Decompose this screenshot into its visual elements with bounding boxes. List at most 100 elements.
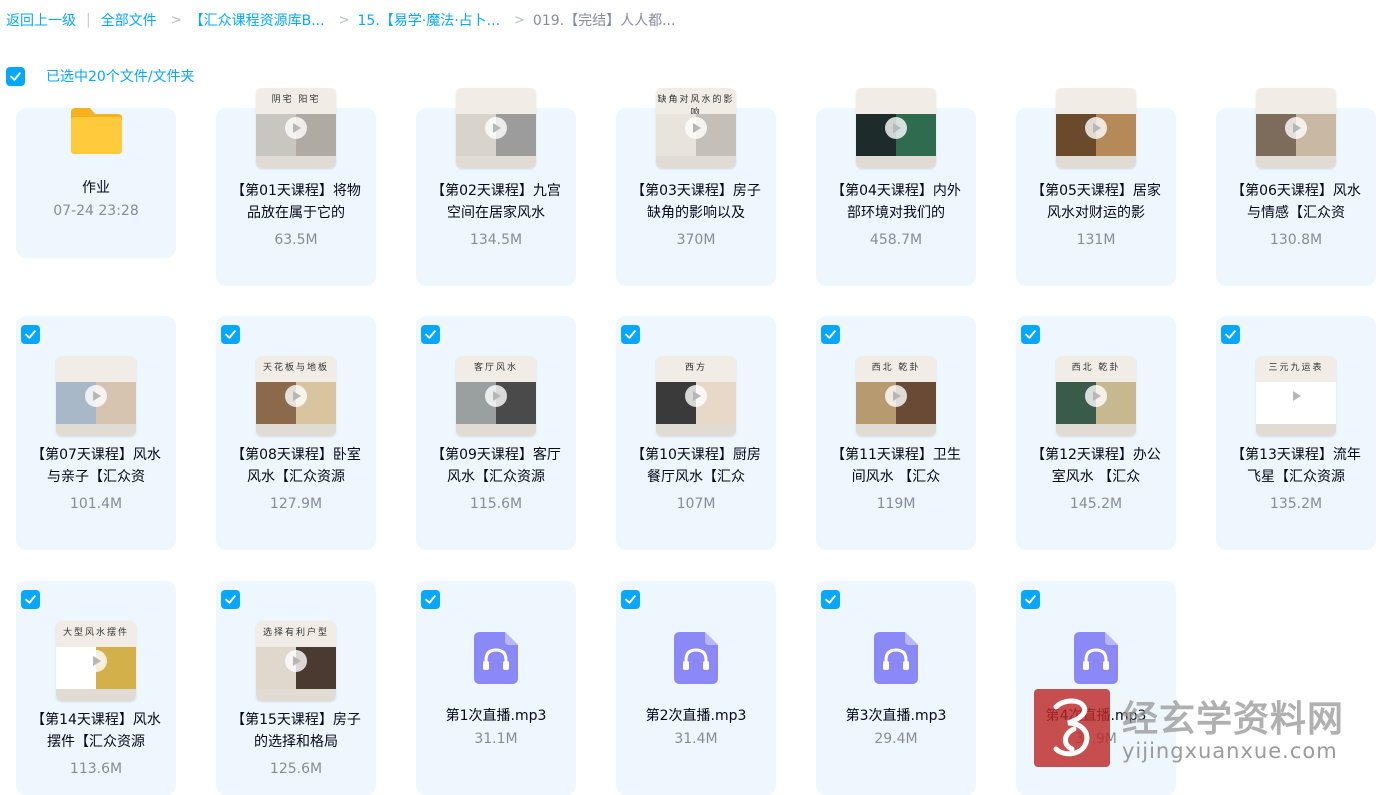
file-name: 【第05天课程】居家风水对财运的影 [1031,183,1161,221]
play-icon [85,385,107,407]
folder-icon [71,108,122,154]
file-size: 107M [676,496,716,512]
file-name: 【第06天课程】风水与情感【汇众资 [1231,183,1361,221]
file-size: 458.7M [869,232,923,248]
file-name: 【第03天课程】房子缺角的影响以及 [631,183,761,221]
play-icon [1285,117,1307,139]
check-icon [625,595,636,604]
file-name: 【第12天课程】办公室风水 【汇众 [1031,447,1161,485]
audio-file-card[interactable]: 第1次直播.mp3 31.1M [416,581,576,795]
file-name: 【第10天课程】厨房餐厅风水【汇众 [631,447,761,485]
file-name: 【第15天课程】房子的选择和格局 [231,712,361,750]
audio-file-card[interactable]: 第3次直播.mp3 29.4M [816,581,976,795]
file-size: 31.1M [474,731,518,747]
file-size: 119M [876,496,916,512]
file-size: 31.4M [674,731,718,747]
play-icon [885,117,907,139]
video-file-card[interactable]: 西方【第10天课程】厨房餐厅风水【汇众 107M [616,316,776,550]
file-size: 113.6M [69,761,123,777]
video-file-card[interactable]: 选择有利户型【第15天课程】房子的选择和格局 125.6M [216,581,376,795]
check-icon [225,595,236,604]
file-checkbox[interactable] [221,325,240,344]
file-checkbox[interactable] [1021,325,1040,344]
video-file-card[interactable]: 西北 乾卦【第11天课程】卫生间风水 【汇众 119M [816,316,976,550]
file-size: 131M [1076,232,1116,248]
play-icon [485,117,507,139]
file-size: 125.6M [269,761,323,777]
play-icon [885,385,907,407]
file-name: 第2次直播.mp3 [645,708,747,724]
thumbnail-title: 选择有利户型 [262,628,329,638]
check-icon [1025,595,1036,604]
video-thumbnail: 选择有利户型 [256,621,336,701]
video-thumbnail: 三元九运表 [1256,356,1336,436]
file-name: 作业 [82,180,110,196]
video-thumbnail: 缺角对风水的影响 [656,88,736,168]
audio-file-card[interactable]: 第2次直播.mp3 31.4M [616,581,776,795]
file-checkbox[interactable] [621,590,640,609]
audio-file-card[interactable]: 第4次直播.mp3 3?.9M [1016,581,1176,795]
thumbnail-title: 西北 乾卦 [1071,363,1121,373]
play-icon [685,385,707,407]
file-size: 127.9M [269,496,323,512]
file-checkbox[interactable] [421,325,440,344]
video-thumbnail: 阴宅 阳宅 [256,88,336,168]
file-name: 【第08天课程】卧室风水【汇众资源 [231,447,361,485]
video-file-card[interactable]: 大型风水摆件 【第14天课程】风水摆件【汇众资源 113.6M [16,581,176,795]
file-checkbox[interactable] [1221,325,1240,344]
file-checkbox[interactable] [821,325,840,344]
video-file-card[interactable]: 【第04天课程】内外部环境对我们的 458.7M [816,88,976,286]
file-checkbox[interactable] [1021,590,1040,609]
file-checkbox[interactable] [821,590,840,609]
folder-card[interactable]: 作业 07-24 23:28 [16,108,176,258]
video-file-card[interactable]: 客厅风水 【第09天课程】客厅风水【汇众资源 115.6M [416,316,576,550]
file-size: 63.5M [274,232,318,248]
video-thumbnail [856,88,936,168]
video-file-card[interactable]: 【第02天课程】九宫空间在居家风水 134.5M [416,88,576,286]
video-file-card[interactable]: 阴宅 阳宅 【第01天课程】将物品放在属于它的 63.5M [216,88,376,286]
play-icon [1285,385,1307,407]
video-file-card[interactable]: 西北 乾卦【第12天课程】办公室风水 【汇众 145.2M [1016,316,1176,550]
check-icon [25,330,36,339]
video-file-card[interactable]: 【第06天课程】风水与情感【汇众资 130.8M [1216,88,1376,286]
file-checkbox[interactable] [21,590,40,609]
file-grid: 作业 07-24 23:28 阴宅 阳宅 【第01天课程】将物品放在属于它的 63.5M… [0,0,1391,795]
file-checkbox[interactable] [221,590,240,609]
file-name: 第1次直播.mp3 [445,708,547,724]
video-file-card[interactable]: 【第05天课程】居家风水对财运的影 131M [1016,88,1176,286]
audio-file-icon [1074,632,1118,684]
video-file-card[interactable]: 【第07天课程】风水与亲子【汇众资 101.4M [16,316,176,550]
check-icon [25,595,36,604]
file-checkbox[interactable] [421,590,440,609]
file-checkbox[interactable] [621,325,640,344]
file-size: 135.2M [1269,496,1323,512]
file-name: 【第11天课程】卫生间风水 【汇众 [831,447,961,485]
video-file-card[interactable]: 三元九运表 【第13天课程】流年飞星【汇众资源 135.2M [1216,316,1376,550]
play-icon [285,117,307,139]
video-thumbnail: 西方 [656,356,736,436]
check-icon [425,330,436,339]
play-icon [1085,385,1107,407]
video-file-card[interactable]: 缺角对风水的影响【第03天课程】房子缺角的影响以及 370M [616,88,776,286]
thumbnail-title: 天花板与地板 [262,363,329,373]
file-size: 29.4M [874,731,918,747]
video-thumbnail [456,88,536,168]
file-size: 370M [676,232,716,248]
video-thumbnail: 大型风水摆件 [56,621,136,701]
file-name: 第4次直播.mp3 [1045,708,1147,724]
thumbnail-title: 大型风水摆件 [62,628,129,638]
file-size: 101.4M [69,496,123,512]
file-checkbox[interactable] [21,325,40,344]
video-thumbnail [1256,88,1336,168]
check-icon [825,330,836,339]
file-name: 【第02天课程】九宫空间在居家风水 [431,183,561,221]
video-file-card[interactable]: 天花板与地板【第08天课程】卧室风水【汇众资源 127.9M [216,316,376,550]
thumbnail-title: 西北 乾卦 [871,363,921,373]
check-icon [825,595,836,604]
video-thumbnail: 客厅风水 [456,356,536,436]
check-icon [425,595,436,604]
check-icon [1225,330,1236,339]
file-date: 07-24 23:28 [53,203,139,219]
file-name: 【第07天课程】风水与亲子【汇众资 [31,447,161,485]
file-size: 145.2M [1069,496,1123,512]
